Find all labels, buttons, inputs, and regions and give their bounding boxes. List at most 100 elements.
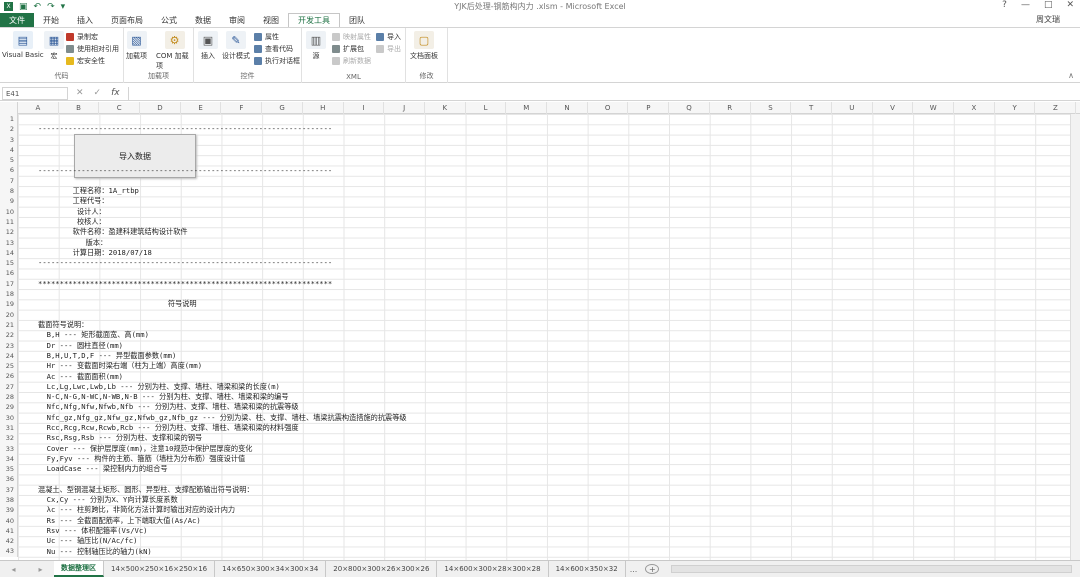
row-header[interactable]: 28 — [0, 392, 17, 402]
column-header[interactable]: P — [629, 102, 670, 114]
view-code-button[interactable]: 查看代码 — [254, 44, 293, 54]
column-header[interactable]: G — [262, 102, 303, 114]
select-all-corner[interactable] — [0, 102, 18, 114]
row-header[interactable]: 36 — [0, 474, 17, 484]
macros-button[interactable]: ▦ 宏 — [44, 31, 64, 61]
design-mode-button[interactable]: ✎ 设计模式 — [222, 31, 250, 61]
sheet-prev-icon[interactable]: ◂ — [11, 565, 15, 574]
row-header[interactable]: 26 — [0, 371, 17, 381]
ribbon-tab[interactable]: 审阅 — [220, 13, 254, 27]
sheet-tab[interactable]: 20×800×300×26×300×26 — [326, 561, 438, 577]
row-header[interactable]: 12 — [0, 227, 17, 237]
row-header[interactable]: 32 — [0, 433, 17, 443]
column-header[interactable]: L — [466, 102, 507, 114]
row-header[interactable]: 39 — [0, 505, 17, 515]
column-header[interactable]: C — [99, 102, 141, 114]
ribbon-tab[interactable]: 页面布局 — [102, 13, 152, 27]
more-sheets[interactable]: ... — [626, 561, 642, 577]
column-header[interactable]: I — [344, 102, 385, 114]
confirm-entry-icon[interactable]: ✓ — [94, 88, 102, 98]
row-header[interactable]: 43 — [0, 546, 17, 556]
column-header[interactable]: H — [303, 102, 344, 114]
row-header[interactable]: 27 — [0, 382, 17, 392]
name-box[interactable]: E41 — [2, 86, 68, 100]
column-header[interactable]: Z — [1036, 102, 1077, 114]
com-addins-button[interactable]: ⚙ COM 加载项 — [156, 31, 193, 71]
user-name[interactable]: 周文瑞 — [1036, 14, 1060, 25]
column-header[interactable]: K — [425, 102, 466, 114]
row-header[interactable]: 1 — [0, 114, 17, 124]
sheet-tab[interactable]: 14×650×300×34×300×34 — [215, 561, 327, 577]
ribbon-tab[interactable]: 文件 — [0, 13, 34, 27]
document-panel-button[interactable]: ▢ 文档面板 — [410, 31, 438, 61]
worksheet-grid[interactable]: ABCDEFGHIJKLMNOPQRSTUVWXYZ 1 2 3 4 5 6 7 8 9 10 11… — [0, 102, 1080, 560]
cancel-entry-icon[interactable]: ✕ — [76, 88, 84, 98]
row-header[interactable]: 17 — [0, 279, 17, 289]
run-dialog-button[interactable]: 执行对话框 — [254, 56, 300, 66]
column-header[interactable]: R — [710, 102, 751, 114]
visual-basic-button[interactable]: ▤ Visual Basic — [2, 31, 44, 59]
relative-reference-button[interactable]: 使用相对引用 — [66, 44, 119, 54]
row-header[interactable]: 18 — [0, 289, 17, 299]
column-header[interactable]: F — [222, 102, 263, 114]
row-header[interactable]: 42 — [0, 536, 17, 546]
column-header[interactable]: M — [506, 102, 548, 114]
ribbon-tab[interactable]: 团队 — [340, 13, 374, 27]
maximize-button[interactable]: □ — [1044, 0, 1053, 10]
row-header[interactable]: 8 — [0, 186, 17, 196]
insert-function-icon[interactable]: fx — [111, 88, 120, 98]
vertical-scrollbar[interactable] — [1070, 114, 1080, 560]
ribbon-tab[interactable]: 开发工具 — [288, 13, 340, 27]
row-header[interactable]: 41 — [0, 526, 17, 536]
row-header[interactable]: 19 — [0, 299, 17, 309]
row-header[interactable]: 20 — [0, 310, 17, 320]
add-sheet-button[interactable]: + — [645, 564, 660, 574]
row-header[interactable]: 3 — [0, 135, 17, 145]
column-header[interactable]: O — [588, 102, 629, 114]
column-header[interactable]: V — [873, 102, 914, 114]
xml-import-button[interactable]: 导入 — [376, 32, 401, 42]
row-header[interactable]: 15 — [0, 258, 17, 268]
column-header[interactable]: T — [791, 102, 832, 114]
column-header[interactable]: J — [384, 102, 425, 114]
row-header[interactable]: 33 — [0, 444, 17, 454]
row-header[interactable]: 6 — [0, 165, 17, 175]
sheet-tab[interactable]: 数据整理区 — [54, 561, 104, 577]
ribbon-tab[interactable]: 视图 — [254, 13, 288, 27]
column-header[interactable]: S — [751, 102, 792, 114]
row-header[interactable]: 29 — [0, 402, 17, 412]
row-header[interactable]: 4 — [0, 145, 17, 155]
expansion-packs-button[interactable]: 扩展包 — [332, 44, 364, 54]
row-header[interactable]: 7 — [0, 176, 17, 186]
sheet-tab[interactable]: 14×500×250×16×250×16 — [104, 561, 216, 577]
row-header[interactable]: 23 — [0, 341, 17, 351]
row-header[interactable]: 37 — [0, 485, 17, 495]
help-button[interactable]: ? — [1002, 0, 1007, 10]
sheet-tab[interactable]: 14×600×350×32 — [549, 561, 626, 577]
row-header[interactable]: 10 — [0, 207, 17, 217]
collapse-ribbon-icon[interactable]: ∧ — [1068, 71, 1074, 80]
row-header[interactable]: 11 — [0, 217, 17, 227]
row-header[interactable]: 38 — [0, 495, 17, 505]
column-header[interactable]: W — [913, 102, 955, 114]
ribbon-tab[interactable]: 数据 — [186, 13, 220, 27]
sheet-tab[interactable]: 14×600×300×28×300×28 — [437, 561, 549, 577]
column-header[interactable]: N — [547, 102, 588, 114]
map-properties-button[interactable]: 映射属性 — [332, 32, 371, 42]
row-header[interactable]: 9 — [0, 196, 17, 206]
row-header[interactable]: 30 — [0, 413, 17, 423]
close-button[interactable]: ✕ — [1066, 0, 1074, 10]
row-header[interactable]: 40 — [0, 516, 17, 526]
xml-source-button[interactable]: ▥ 源 — [306, 31, 326, 61]
sheet-next-icon[interactable]: ▸ — [38, 565, 42, 574]
row-header[interactable]: 16 — [0, 268, 17, 278]
row-header[interactable]: 5 — [0, 155, 17, 165]
column-header[interactable]: Q — [669, 102, 710, 114]
row-header[interactable]: 21 — [0, 320, 17, 330]
ribbon-tab[interactable]: 插入 — [68, 13, 102, 27]
row-header[interactable]: 14 — [0, 248, 17, 258]
addins-button[interactable]: ▧ 加载项 — [126, 31, 147, 61]
horizontal-scrollbar[interactable] — [671, 565, 1072, 573]
column-header[interactable]: B — [59, 102, 100, 114]
formula-input[interactable] — [127, 86, 1080, 100]
